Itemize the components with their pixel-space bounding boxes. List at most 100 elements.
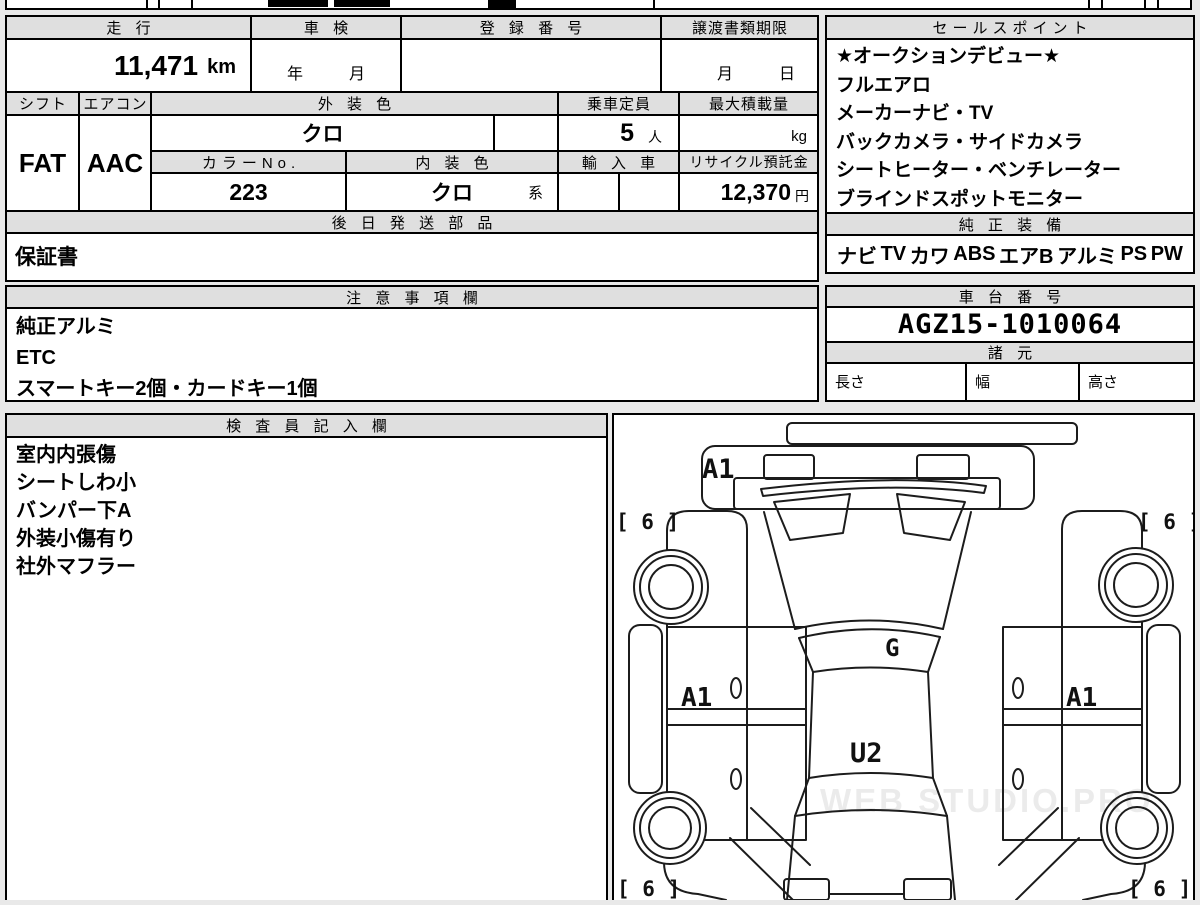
sales-point-line: メーカーナビ・TV	[836, 103, 994, 124]
exterior-color-header: 外 装 色	[150, 91, 559, 116]
sales-point-line: ブラインドスポットモニター	[836, 188, 1084, 210]
car-diagram: A1 [ 6 ] [ 6 ] G A1 A1 U2 [ 6 ] [ 6 ]	[616, 422, 1200, 901]
left-door-grade-label: A1	[681, 683, 712, 713]
transfer-month-label: 月	[716, 66, 733, 83]
registration-header: 登 録 番 号	[400, 15, 662, 40]
inspector-header: 検 査 員 記 入 欄	[5, 413, 608, 438]
inspector-line: 室内内張傷	[16, 444, 116, 466]
equipment-item: ナビ	[837, 245, 877, 268]
transfer-day-label: 日	[778, 66, 795, 83]
color-no-header: カラーNo.	[150, 150, 347, 174]
tire-front-left-grade: [ 6 ]	[616, 510, 679, 534]
registration-cell	[400, 38, 662, 93]
recycle-cell: 12,370 円	[678, 172, 819, 212]
equipment-header: 純 正 装 備	[825, 212, 1195, 236]
interior-color-cell: クロ 系	[345, 172, 559, 212]
front-right-wheel	[1098, 547, 1174, 623]
max-load-unit: kg	[791, 128, 807, 145]
divider	[158, 0, 160, 10]
note-line: ETC	[16, 347, 56, 369]
exterior-color-value: クロ	[150, 114, 495, 152]
car-diagram-panel: A1 [ 6 ] [ 6 ] G A1 A1 U2 [ 6 ] [ 6 ]	[612, 413, 1200, 901]
equipment-item: エアB	[999, 245, 1054, 268]
chassis-header: 車 台 番 号	[825, 285, 1195, 308]
divider	[1088, 0, 1090, 10]
spec-width-label: 幅	[965, 362, 1080, 402]
divider	[191, 0, 193, 10]
note-line: 純正アルミ	[16, 316, 116, 338]
divider	[1157, 0, 1159, 10]
roof-grade-label: U2	[850, 738, 883, 769]
text-fragment	[268, 0, 328, 7]
color-no-value: 223	[150, 172, 347, 212]
equipment-item: ABS	[953, 242, 996, 265]
sales-point-body: ★オークションデビュー★ フルエアロメーカーナビ・TV バックカメラ・サイドカメラシ…	[825, 38, 1195, 214]
shift-value: FAT	[5, 114, 80, 212]
transfer-deadline-header: 譲渡書類期限	[660, 15, 819, 40]
sales-point-line: ★オークションデビュー★	[836, 46, 1061, 67]
empty-cell	[493, 114, 559, 152]
shaken-cell: 年 月	[250, 38, 402, 93]
aircon-header: エアコン	[78, 91, 152, 116]
tire-front-right-grade: [ 6 ]	[1138, 510, 1193, 534]
inspector-line: 社外マフラー	[16, 556, 136, 578]
recycle-unit: 円	[795, 188, 809, 204]
right-door-grade-label: A1	[1066, 683, 1097, 713]
sales-point-header: セールスポイント	[825, 15, 1195, 40]
mileage-unit: km	[207, 56, 236, 78]
notes-header: 注 意 事 項 欄	[5, 285, 819, 309]
transfer-deadline-cell: 月 日	[660, 38, 819, 93]
import-cell-left	[557, 172, 620, 212]
recycle-header: リサイクル預託金	[678, 150, 819, 174]
sales-point-line: シートヒーター・ベンチレーター	[836, 160, 1122, 181]
capacity-value: 5	[620, 118, 634, 147]
equipment-item: アルミ	[1057, 245, 1117, 268]
auction-sheet: 走 行 車 検 登 録 番 号 譲渡書類期限 11,471 km 年 月 月 日…	[0, 0, 1200, 901]
import-header: 輸 入 車	[557, 150, 680, 174]
inspector-line: バンパー下A	[16, 500, 132, 522]
shaken-month-label: 月	[349, 66, 366, 83]
capacity-header: 乗車定員	[557, 91, 680, 116]
capacity-unit: 人	[648, 129, 662, 145]
interior-color-suffix: 系	[527, 185, 543, 202]
inspector-body: 室内内張傷シートしわ小 バンパー下A 外装小傷有り 社外マフラー	[5, 436, 608, 900]
equipment-item: PS	[1120, 242, 1148, 265]
mileage-cell: 11,471 km	[5, 38, 252, 93]
sales-point-line: バックカメラ・サイドカメラ	[836, 131, 1084, 153]
inspector-line: シートしわ小	[16, 472, 136, 494]
text-fragment	[334, 0, 390, 7]
capacity-cell: 5 人	[557, 114, 680, 152]
equipment-item: カワ	[909, 245, 950, 268]
divider	[146, 0, 148, 10]
equipment-body: ナビ TV カワ ABS エアB アルミ PS PW	[825, 234, 1195, 274]
note-line: スマートキー2個・カードキー1個	[16, 378, 318, 400]
equipment-item: TV	[880, 242, 907, 265]
max-load-cell: kg	[678, 114, 819, 152]
sales-point-line: フルエアロ	[836, 74, 932, 96]
front-panel-grade-label: A1	[702, 454, 735, 485]
later-parts-value: 保証書	[5, 232, 819, 282]
notes-body: 純正アルミ ETC スマートキー2個・カードキー1個	[5, 307, 819, 402]
tire-rear-right-grade: [ 6 ]	[1128, 877, 1191, 900]
specs-header: 諸 元	[825, 341, 1195, 364]
front-left-wheel	[633, 549, 709, 625]
equipment-item: PW	[1150, 242, 1183, 265]
car-body-outline	[628, 422, 1181, 901]
recycle-value: 12,370	[720, 178, 791, 205]
divider	[1144, 0, 1146, 10]
import-cell-right	[618, 172, 680, 212]
spec-height-label: 高さ	[1078, 362, 1195, 402]
later-parts-header: 後 日 発 送 部 品	[5, 210, 819, 234]
rear-left-wheel	[633, 791, 707, 865]
tire-rear-left-grade: [ 6 ]	[617, 877, 680, 900]
max-load-header: 最大積載量	[678, 91, 819, 116]
hood-grade-label: G	[885, 634, 899, 662]
aircon-value: AAC	[78, 114, 152, 212]
divider	[1101, 0, 1103, 10]
mileage-value: 11,471	[113, 49, 199, 81]
shaken-year-label: 年	[286, 66, 303, 83]
chassis-value: AGZ15-1010064	[825, 306, 1195, 343]
divider	[653, 0, 655, 10]
spec-length-label: 長さ	[825, 362, 967, 402]
inspector-line: 外装小傷有り	[16, 528, 136, 550]
